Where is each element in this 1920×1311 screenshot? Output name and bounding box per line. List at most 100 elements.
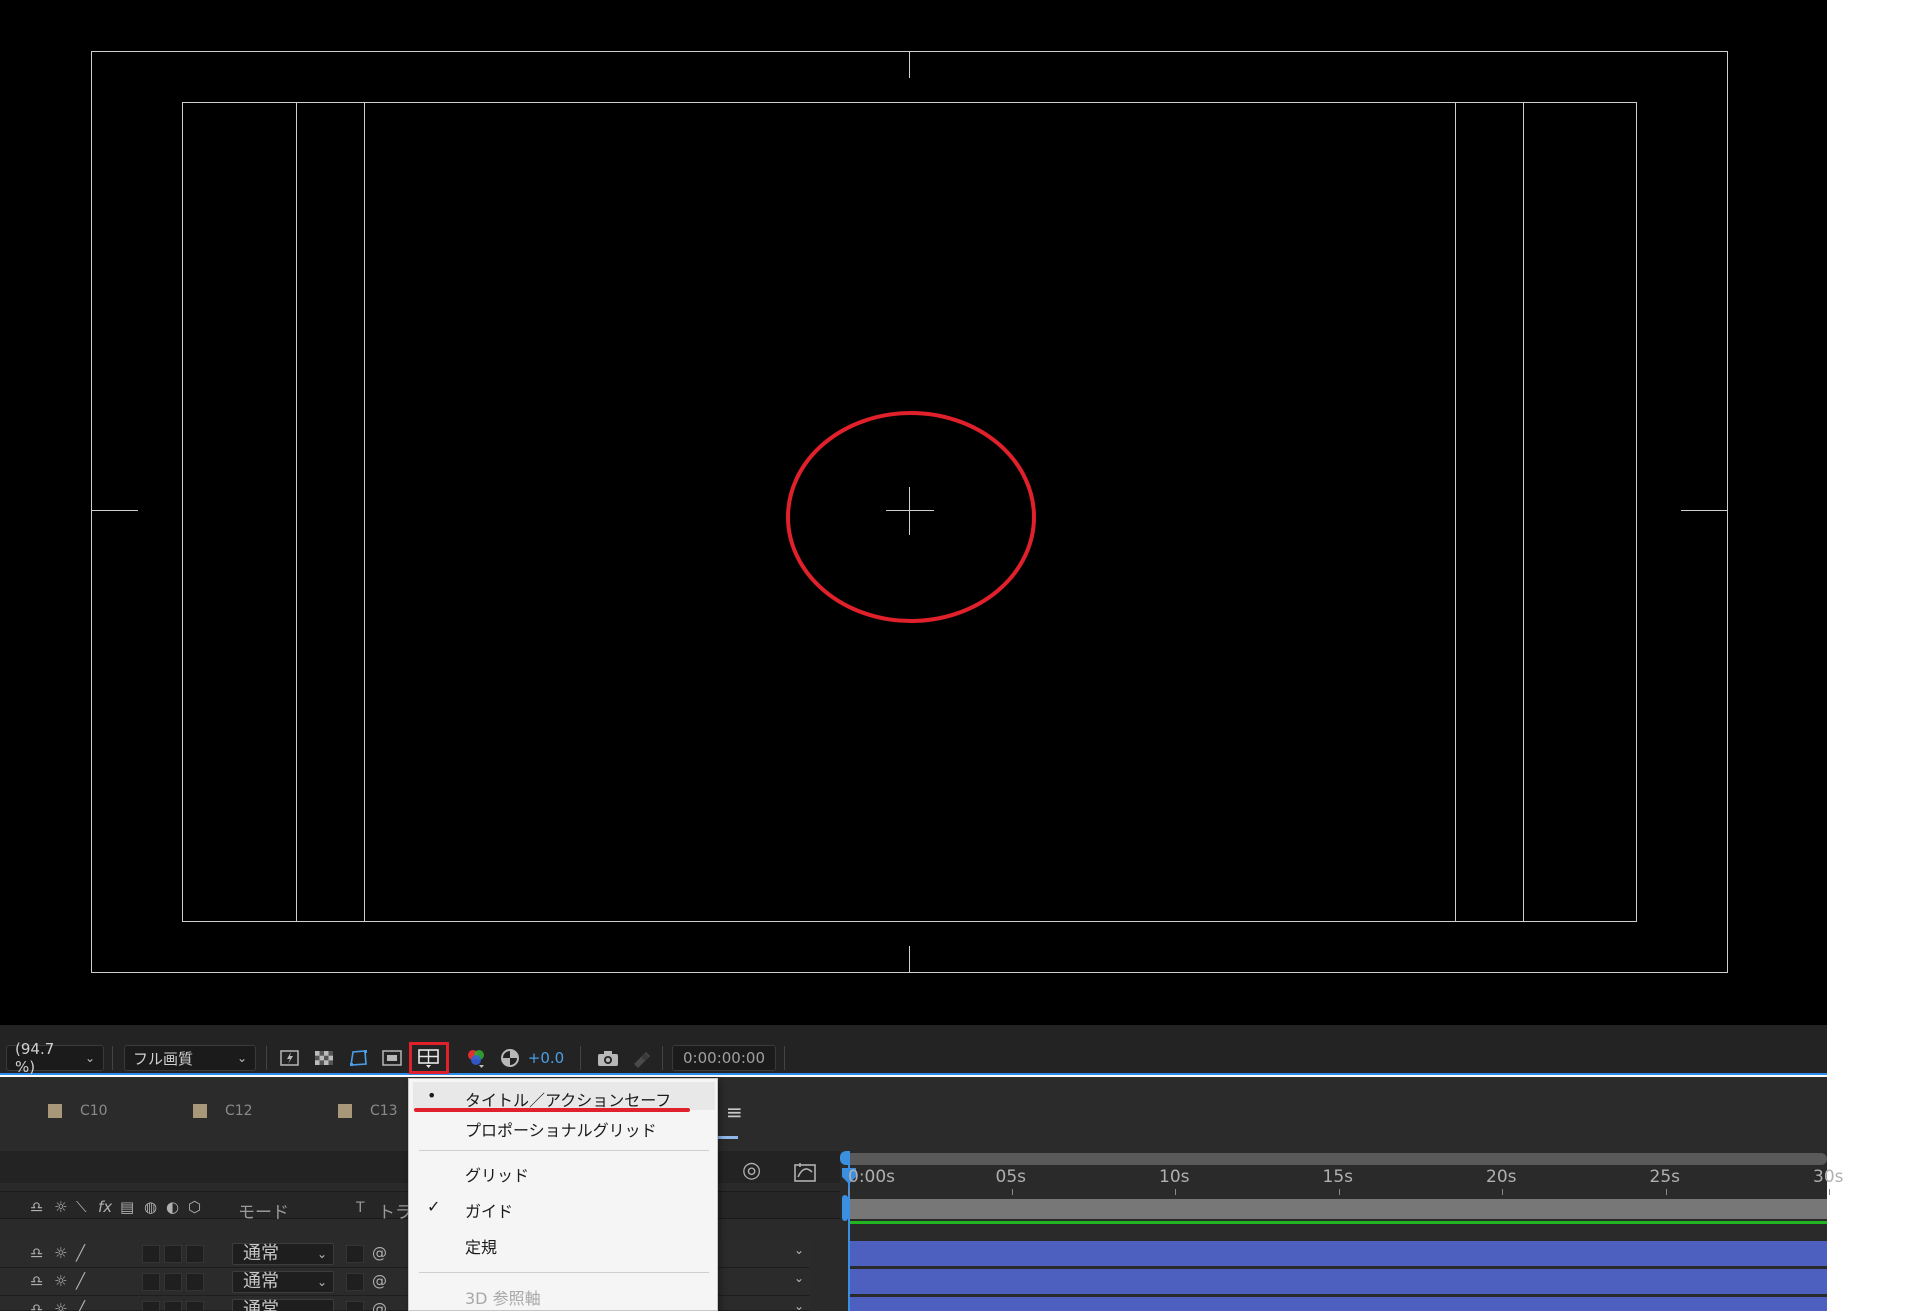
menu-divider <box>419 1272 709 1273</box>
menu-item-label: 3D 参照軸 <box>465 1289 541 1308</box>
preserve-transparency-box[interactable] <box>346 1301 364 1311</box>
3d-layer-icon[interactable]: ⬡ <box>188 1198 201 1216</box>
collapse-icon[interactable]: ☼ <box>54 1198 67 1216</box>
effects-icon[interactable]: fx <box>98 1198 112 1216</box>
layer-duration-bar[interactable] <box>850 1297 1827 1311</box>
blend-mode-label: 通常 <box>243 1299 279 1311</box>
quality-icon[interactable]: ⟍ <box>76 1198 87 1216</box>
comp-tab-c13[interactable]: C13 <box>338 1103 398 1119</box>
frame-blending-icon[interactable]: ▤ <box>120 1198 134 1216</box>
preserve-transparency-column-label: T <box>356 1200 365 1216</box>
safe-margins-overlay <box>91 51 1728 973</box>
comp-tab-label: C12 <box>225 1103 253 1119</box>
panel-menu-icon[interactable]: ≡ <box>726 1100 743 1124</box>
quality-switch-icon[interactable]: ╱ <box>76 1272 85 1290</box>
menu-item-title-action-safe[interactable]: • タイトル／アクションセーフ <box>409 1081 717 1111</box>
motion-blur-icon[interactable]: ◍ <box>144 1198 157 1216</box>
quality-switch-icon[interactable]: ╱ <box>76 1244 85 1262</box>
switch-box[interactable] <box>142 1273 160 1291</box>
fast-previews-button[interactable] <box>276 1045 304 1071</box>
shy-switch-icon[interactable]: ♎ <box>30 1272 43 1290</box>
adjustment-layer-icon[interactable]: ◐ <box>166 1198 179 1216</box>
blend-mode-dropdown[interactable]: 通常 ⌄ <box>232 1271 334 1293</box>
mask-path-visibility-button[interactable] <box>344 1045 372 1071</box>
checkerboard-icon <box>315 1051 333 1065</box>
toolbar-divider <box>784 1046 785 1070</box>
shy-switch-icon[interactable]: ♎ <box>30 1244 43 1262</box>
grid-and-guide-options-button[interactable] <box>409 1042 449 1074</box>
preserve-transparency-box[interactable] <box>346 1245 364 1263</box>
switch-box[interactable] <box>164 1245 182 1263</box>
menu-item-label: 定規 <box>465 1238 498 1257</box>
region-of-interest-button[interactable] <box>378 1045 406 1071</box>
resolution-dropdown[interactable]: フル画質 ⌄ <box>124 1045 256 1071</box>
ruler-tick <box>848 1189 849 1195</box>
switch-box[interactable] <box>142 1301 160 1311</box>
collapse-switch-icon[interactable]: ☼ <box>54 1300 67 1311</box>
switch-box[interactable] <box>186 1301 204 1311</box>
transparency-grid-button[interactable] <box>310 1045 338 1071</box>
time-navigator-bar[interactable] <box>842 1153 1827 1165</box>
reset-exposure-button[interactable] <box>496 1045 524 1071</box>
switch-box[interactable] <box>164 1301 182 1311</box>
mask-path-icon <box>350 1050 367 1066</box>
ruler-tick-label: 15s <box>1322 1167 1354 1187</box>
collapse-switch-icon[interactable]: ☼ <box>54 1272 67 1290</box>
composition-viewer[interactable] <box>0 0 1827 1025</box>
label-color-swatch <box>193 1104 207 1118</box>
cache-indicator <box>850 1221 1827 1224</box>
track-matte-pickwhip-icon[interactable]: @ <box>372 1300 387 1311</box>
take-snapshot-button[interactable] <box>594 1045 622 1071</box>
composition-tab-strip <box>0 1077 1827 1151</box>
region-of-interest-icon <box>382 1050 402 1066</box>
ruler-tick-label: 25s <box>1649 1167 1681 1187</box>
track-matte-dropdown[interactable]: ⌄ <box>710 1299 810 1311</box>
menu-item-grid[interactable]: グリッド <box>409 1156 717 1186</box>
blend-mode-dropdown[interactable]: 通常 ⌄ <box>232 1299 334 1311</box>
layer-duration-bar[interactable] <box>850 1241 1827 1266</box>
menu-divider <box>419 1150 709 1151</box>
fast-previews-icon <box>280 1050 299 1066</box>
collapse-switch-icon[interactable]: ☼ <box>54 1244 67 1262</box>
zoom-dropdown[interactable]: (94.7 %) ⌄ <box>6 1040 104 1076</box>
switch-box[interactable] <box>186 1273 204 1291</box>
exposure-value: +0.0 <box>527 1049 565 1067</box>
track-matte-pickwhip-icon[interactable]: @ <box>372 1272 387 1290</box>
ruler-tick <box>1502 1189 1503 1195</box>
blend-mode-dropdown[interactable]: 通常 ⌄ <box>232 1243 334 1265</box>
exposure-value-field[interactable]: +0.0 <box>526 1045 566 1071</box>
track-matte-dropdown[interactable]: ⌄ <box>710 1271 810 1293</box>
layer-duration-bar[interactable] <box>850 1269 1827 1294</box>
menu-item-rulers[interactable]: 定規 <box>409 1228 717 1258</box>
current-time-field[interactable]: 0:00:00:00 <box>672 1045 776 1071</box>
quality-switch-icon[interactable]: ╱ <box>76 1300 85 1311</box>
preserve-transparency-box[interactable] <box>346 1273 364 1291</box>
blend-mode-label: 通常 <box>243 1243 279 1264</box>
show-channel-button[interactable] <box>462 1045 490 1071</box>
work-area-bar[interactable] <box>850 1199 1827 1219</box>
track-matte-dropdown[interactable]: ⌄ <box>710 1243 810 1265</box>
chevron-down-icon: ⌄ <box>236 1051 247 1065</box>
comp-tab-c10[interactable]: C10 <box>48 1103 108 1119</box>
chevron-down-icon: ⌄ <box>316 1303 327 1311</box>
blend-mode-label: 通常 <box>243 1271 279 1292</box>
ruler-tick <box>1665 1189 1667 1195</box>
switch-box[interactable] <box>164 1273 182 1291</box>
switch-box[interactable] <box>186 1245 204 1263</box>
graph-editor-icon[interactable] <box>792 1160 818 1190</box>
highlight-underline <box>414 1108 690 1112</box>
comp-tab-label: C10 <box>80 1103 108 1119</box>
chevron-down-icon: ⌄ <box>316 1275 327 1289</box>
exposure-icon <box>501 1049 519 1067</box>
menu-item-proportional-grid[interactable]: プロポーショナルグリッド <box>409 1111 717 1141</box>
toolbar-divider <box>662 1046 663 1070</box>
comp-tab-c12[interactable]: C12 <box>193 1103 253 1119</box>
shy-icon[interactable]: ♎ <box>30 1198 43 1216</box>
label-color-swatch <box>48 1104 62 1118</box>
switch-box[interactable] <box>142 1245 160 1263</box>
show-snapshot-button[interactable] <box>628 1045 656 1071</box>
motion-blur-switch-icon[interactable]: ◎ <box>742 1158 761 1183</box>
menu-item-guides[interactable]: ✓ ガイド <box>409 1192 717 1222</box>
track-matte-pickwhip-icon[interactable]: @ <box>372 1244 387 1262</box>
shy-switch-icon[interactable]: ♎ <box>30 1300 43 1311</box>
